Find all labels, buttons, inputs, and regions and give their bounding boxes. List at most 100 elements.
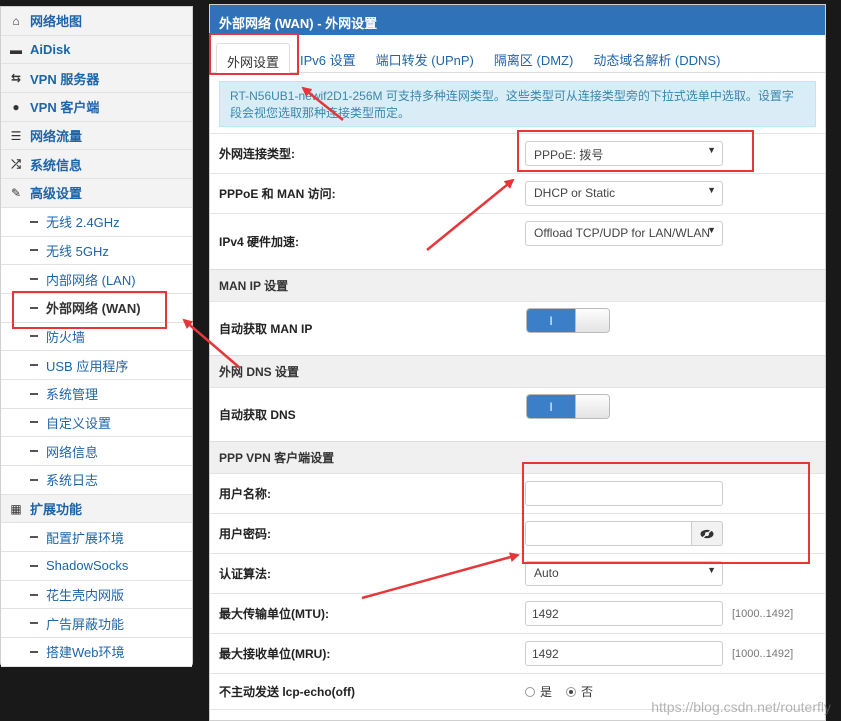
lcp-yes-label: 是	[540, 685, 553, 699]
hw-accel-label: IPv4 硬件加速:	[219, 235, 300, 249]
sidebar-item-label: 网络流量	[30, 129, 83, 145]
man-access-select[interactable]: DHCP or Static ▼	[525, 181, 723, 206]
sidebar-item-label: 系统管理	[46, 387, 99, 403]
row-auto-dns: 自动获取 DNS I	[210, 387, 825, 441]
dash-icon	[30, 622, 38, 625]
list-icon: ☰	[10, 128, 22, 143]
dash-icon	[30, 564, 38, 567]
man-ip-section-header: MAN IP 设置	[210, 269, 825, 301]
sidebar-item-label: 系统信息	[30, 157, 83, 173]
sidebar-item-label: AiDisk	[30, 42, 71, 58]
sidebar-item-label: 配置扩展环境	[46, 530, 125, 546]
dash-icon	[30, 478, 38, 481]
annotation-box-wan-menu	[12, 291, 167, 329]
sidebar-item-21[interactable]: 广告屏蔽功能	[1, 609, 192, 639]
sidebar-item-22[interactable]: 搭建Web环境	[1, 638, 192, 667]
sidebar-item-label: 高级设置	[30, 186, 83, 202]
sidebar-item-7[interactable]: 无线 2.4GHz	[1, 207, 192, 237]
sidebar-item-label: 内部网络 (LAN)	[46, 272, 136, 288]
sidebar-item-label: 广告屏蔽功能	[46, 616, 125, 632]
man-access-value: DHCP or Static	[534, 186, 616, 200]
sidebar-item-label: 自定义设置	[46, 415, 112, 431]
sidebar-item-15[interactable]: 网络信息	[1, 437, 192, 466]
annotation-box-wan-type	[517, 130, 754, 172]
hw-accel-value: Offload TCP/UDP for LAN/WLAN	[534, 226, 711, 240]
globe-icon: ●	[12, 99, 20, 114]
sidebar-item-18[interactable]: 配置扩展环境	[1, 523, 192, 553]
mtu-input[interactable]: 1492	[525, 601, 723, 626]
password-label: 用户密码:	[219, 527, 271, 541]
sidebar-item-17[interactable]: ▦ 扩展功能	[1, 494, 192, 524]
mtu-label: 最大传输单位(MTU):	[219, 607, 329, 621]
sidebar-item-16[interactable]: 系统日志	[1, 466, 192, 495]
caret-down-icon: ▼	[707, 225, 716, 235]
annotation-box-tab	[209, 33, 299, 75]
sidebar-item-label: 无线 5GHz	[46, 243, 109, 259]
sidebar-item-label: 系统日志	[46, 473, 99, 489]
lcp-no-label: 否	[581, 685, 594, 699]
sidebar-item-1[interactable]: ▬ AiDisk	[1, 35, 192, 65]
lcp-yes-radio[interactable]	[525, 686, 535, 697]
sidebar-item-9[interactable]: 内部网络 (LAN)	[1, 265, 192, 294]
lcp-label: 不主动发送 lcp-echo(off)	[219, 685, 355, 699]
sidebar-item-label: 花生壳内网版	[46, 588, 125, 604]
sidebar-item-3[interactable]: ● VPN 客户端	[1, 93, 192, 122]
grid-icon: ▦	[10, 501, 22, 516]
random-icon: ⤮	[11, 156, 21, 171]
dns-section-header: 外网 DNS 设置	[210, 355, 825, 387]
toggle-on-indicator: I	[527, 309, 575, 332]
wan-type-label: 外网连接类型:	[219, 147, 295, 161]
mru-input[interactable]: 1492	[525, 641, 723, 666]
sidebar-item-12[interactable]: USB 应用程序	[1, 351, 192, 380]
auth-label: 认证算法:	[219, 567, 271, 581]
row-mru: 最大接收单位(MRU): 1492 [1000..1492]	[210, 633, 825, 673]
auto-man-ip-toggle[interactable]: I	[526, 308, 610, 333]
auth-select[interactable]: Auto ▼	[525, 561, 723, 586]
dash-icon	[30, 278, 38, 281]
sidebar-item-20[interactable]: 花生壳内网版	[1, 580, 192, 610]
sidebar-item-6[interactable]: ✎ 高级设置	[1, 179, 192, 208]
sidebar-item-label: ShadowSocks	[46, 558, 129, 574]
lcp-radio-group: 是 否	[525, 683, 593, 700]
sidebar-item-label: 网络信息	[46, 444, 99, 460]
row-auto-man-ip: 自动获取 MAN IP I	[210, 301, 825, 355]
sidebar-item-0[interactable]: ⌂ 网络地图	[1, 7, 192, 36]
mru-label: 最大接收单位(MRU):	[219, 647, 331, 661]
annotation-box-credentials	[522, 462, 810, 564]
dash-icon	[30, 593, 38, 596]
dash-icon	[30, 450, 38, 453]
sidebar-item-13[interactable]: 系统管理	[1, 379, 192, 409]
dash-icon	[30, 421, 38, 424]
sidebar-item-8[interactable]: 无线 5GHz	[1, 236, 192, 266]
mru-range: [1000..1492]	[732, 647, 794, 660]
caret-down-icon: ▼	[707, 565, 716, 575]
sidebar-item-2[interactable]: ⇆ VPN 服务器	[1, 64, 192, 94]
sidebar-item-label: 搭建Web环境	[46, 645, 125, 661]
wrench-icon: ✎	[10, 185, 22, 200]
sidebar-item-14[interactable]: 自定义设置	[1, 408, 192, 438]
dash-icon	[30, 249, 38, 252]
sidebar-menu: ⌂ 网络地图 ▬ AiDisk ⇆ VPN 服务器 ● VPN 客户端 ☰ 网络流量 ⤮ 系统信息 ✎ 高…	[0, 6, 193, 667]
lcp-no-radio[interactable]	[566, 686, 577, 697]
dash-icon	[30, 392, 38, 395]
row-mtu: 最大传输单位(MTU): 1492 [1000..1492]	[210, 593, 825, 633]
auto-dns-label: 自动获取 DNS	[219, 408, 296, 422]
hdd-icon: ▬	[10, 42, 22, 57]
caret-down-icon: ▼	[707, 185, 716, 195]
sidebar-item-label: VPN 服务器	[30, 71, 100, 87]
sidebar-item-4[interactable]: ☰ 网络流量	[1, 121, 192, 151]
sidebar-item-5[interactable]: ⤮ 系统信息	[1, 150, 192, 180]
toggle-knob	[575, 309, 609, 332]
row-man-access: PPPoE 和 MAN 访问: DHCP or Static ▼	[210, 173, 825, 213]
watermark: https://blog.csdn.net/routerfly	[651, 699, 831, 715]
auto-dns-toggle[interactable]: I	[526, 394, 610, 419]
hw-accel-select[interactable]: Offload TCP/UDP for LAN/WLAN ▼	[525, 221, 723, 246]
auto-man-ip-label: 自动获取 MAN IP	[219, 322, 313, 336]
sidebar-item-label: 网络地图	[30, 14, 83, 30]
sidebar-item-label: 无线 2.4GHz	[46, 215, 120, 231]
dash-icon	[30, 650, 38, 653]
sidebar-item-19[interactable]: ShadowSocks	[1, 552, 192, 581]
retweet-icon: ⇆	[10, 71, 22, 86]
wan-form: 外网连接类型: PPPoE: 拨号 ▼ PPPoE 和 MAN 访问: DHCP …	[210, 0, 825, 721]
dash-icon	[30, 335, 38, 338]
